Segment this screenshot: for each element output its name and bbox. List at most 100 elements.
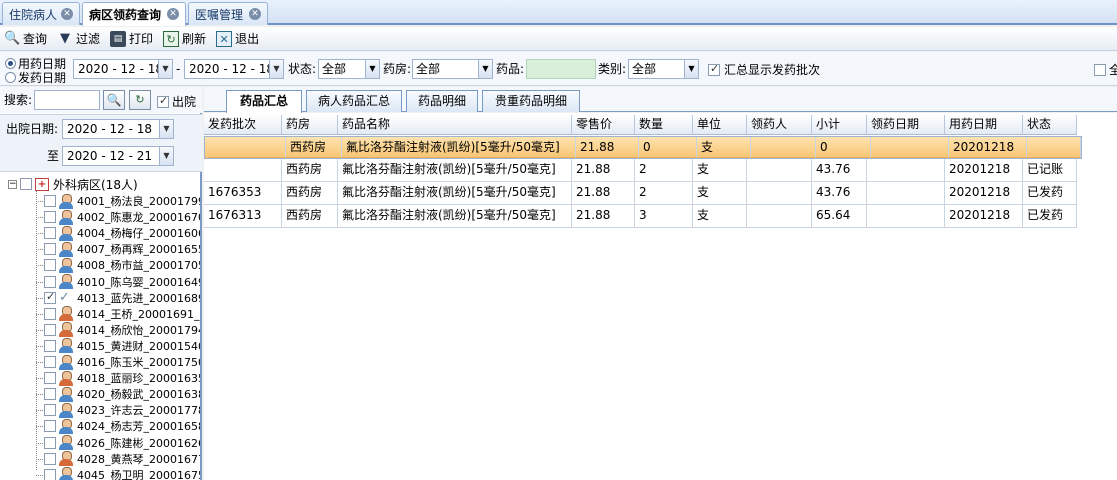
checkbox-icon[interactable] <box>20 178 32 190</box>
patient-tree-item[interactable]: 4020_杨毅武_20001638 <box>36 386 200 402</box>
checkbox-icon[interactable] <box>44 356 56 368</box>
tab-inpatients[interactable]: 住院病人 ✕ <box>2 2 80 25</box>
column-header[interactable]: 小计 <box>812 115 867 135</box>
column-header[interactable]: 领药日期 <box>867 115 945 135</box>
column-header[interactable]: 零售价 <box>572 115 635 135</box>
tab-valuable-drug-detail[interactable]: 贵重药品明细 <box>482 90 580 112</box>
table-row[interactable]: 西药房 氟比洛芬酯注射液(凯纷)[5毫升/50毫克] 21.88 2 支 43.76 202… <box>204 159 1077 182</box>
exit-button[interactable]: ✕ 退出 <box>212 29 263 49</box>
patient-tree-item[interactable]: 4014_王桥_20001691_20 <box>36 306 200 322</box>
checkbox-icon[interactable] <box>44 259 56 272</box>
patient-tree-item[interactable]: 4008_杨市益_20001705 <box>36 257 200 273</box>
filter-button[interactable]: ▼ 过滤 <box>53 29 104 49</box>
print-button[interactable]: ▤ 打印 <box>106 29 157 49</box>
column-header[interactable]: 领药人 <box>747 115 812 135</box>
patient-icon <box>59 354 73 370</box>
close-icon[interactable]: ✕ <box>249 8 261 20</box>
far-right-checkbox[interactable]: 全 <box>1094 61 1117 78</box>
checkbox-icon[interactable] <box>44 290 56 304</box>
patient-tree-item[interactable]: 4015_黄进财_20001540 <box>36 338 200 354</box>
tree-connector <box>36 458 43 460</box>
checkbox-icon[interactable] <box>44 307 56 320</box>
query-button[interactable]: 🔍 查询 <box>0 29 51 49</box>
chevron-down-icon[interactable]: ▼ <box>159 147 173 165</box>
radio-dispense-date[interactable]: 发药日期 <box>5 69 66 86</box>
chevron-down-icon[interactable]: ▼ <box>159 120 173 138</box>
radio-icon <box>5 72 16 83</box>
column-header[interactable]: 药房 <box>282 115 338 135</box>
patient-tree-item[interactable]: 4010_陈乌婴_20001649 <box>36 274 200 290</box>
pharmacy-select[interactable]: 全部 ▼ <box>412 59 493 79</box>
column-header[interactable]: 发药批次 <box>204 115 282 135</box>
checkbox-icon[interactable] <box>44 404 56 417</box>
table-row[interactable]: 1676313 西药房 氟比洛芬酯注射液(凯纷)[5毫升/50毫克] 21.88 3 支 6… <box>204 205 1077 228</box>
summary-batch-checkbox[interactable]: 汇总显示发药批次 <box>708 61 820 78</box>
discharge-date-to[interactable]: 2020 - 12 - 21 ▼ <box>62 146 174 166</box>
refresh-button[interactable]: ↻ 刷新 <box>159 29 210 49</box>
patient-tree-item[interactable]: 4045_杨卫明_20001675 <box>36 467 200 480</box>
date-to-picker[interactable]: 2020 - 12 - 18 ▼ <box>184 59 284 79</box>
close-icon[interactable]: ✕ <box>61 8 73 20</box>
checkbox-icon[interactable] <box>44 468 56 480</box>
status-select[interactable]: 全部 ▼ <box>318 59 380 79</box>
search-input[interactable] <box>34 90 100 110</box>
chevron-down-icon[interactable]: ▼ <box>684 60 698 78</box>
tab-drug-detail[interactable]: 药品明细 <box>406 90 478 112</box>
checkbox-icon[interactable] <box>44 211 56 224</box>
checkbox-icon[interactable] <box>44 436 56 449</box>
refresh-button[interactable]: ↻ <box>129 90 151 110</box>
patient-tree-item[interactable]: 4002_陈惠龙_20001670 <box>36 209 200 225</box>
checkbox-icon[interactable] <box>44 227 56 240</box>
tab-drug-summary[interactable]: 药品汇总 <box>226 90 302 113</box>
tab-order-management[interactable]: 医嘱管理 ✕ <box>188 2 268 25</box>
table-row[interactable]: 1676353 西药房 氟比洛芬酯注射液(凯纷)[5毫升/50毫克] 21.88 2 支 4… <box>204 182 1077 205</box>
patient-tree-item[interactable]: 4016_陈玉米_20001750 <box>36 354 200 370</box>
tree-connector <box>36 442 43 444</box>
patient-tree-item[interactable]: 4018_蓝丽珍_20001635 <box>36 370 200 386</box>
checkbox-icon[interactable] <box>44 243 56 256</box>
patient-tree-item[interactable]: 4001_杨法良_20001799 <box>36 193 200 209</box>
checkbox-icon[interactable] <box>44 372 56 385</box>
chevron-down-icon[interactable]: ▼ <box>365 60 379 78</box>
date-separator: - <box>176 62 181 76</box>
column-header[interactable]: 状态 <box>1023 115 1077 135</box>
patient-tree-item[interactable]: 4007_杨再辉_20001655 <box>36 241 200 257</box>
checkbox-icon[interactable] <box>44 195 56 207</box>
patient-tree-item[interactable]: 4024_杨志芳_20001658 <box>36 418 200 434</box>
chevron-down-icon[interactable]: ▼ <box>158 60 172 78</box>
patient-tree-item[interactable]: 4026_陈建彬_20001626 <box>36 435 200 451</box>
table-cell <box>871 137 949 158</box>
search-button[interactable]: 🔍 <box>103 90 125 110</box>
date-from-picker[interactable]: 2020 - 12 - 18 ▼ <box>73 59 173 79</box>
column-header[interactable]: 用药日期 <box>945 115 1023 135</box>
chevron-down-icon[interactable]: ▼ <box>269 60 283 78</box>
chevron-down-icon[interactable]: ▼ <box>478 60 492 78</box>
checkbox-icon[interactable] <box>44 275 56 288</box>
patient-label: 4018_蓝丽珍_20001635 <box>77 372 200 386</box>
category-select[interactable]: 全部 ▼ <box>628 59 699 79</box>
patient-tree-item[interactable]: 4014_杨欣怡_20001794 <box>36 322 200 338</box>
drug-input[interactable] <box>526 59 596 79</box>
column-header[interactable]: 数量 <box>635 115 693 135</box>
patient-tree-item[interactable]: 4028_黄燕琴_20001677 <box>36 451 200 467</box>
tree-root-ward[interactable]: − + 外科病区(18人) <box>8 176 138 192</box>
checkbox-icon[interactable] <box>44 339 56 352</box>
checkbox-icon[interactable] <box>44 420 56 433</box>
patient-icon <box>59 241 73 257</box>
column-header[interactable]: 单位 <box>693 115 747 135</box>
table-row[interactable]: 西药房 氟比洛芬酯注射液(凯纷)[5毫升/50毫克] 21.88 0 支 0 2020121… <box>204 136 1082 159</box>
patient-tree-item[interactable]: 4023_许志云_20001778 <box>36 402 200 418</box>
checkbox-icon[interactable] <box>44 452 56 465</box>
checkbox-icon[interactable] <box>44 388 56 401</box>
tab-patient-drug-summary[interactable]: 病人药品汇总 <box>306 90 402 112</box>
checkbox-icon[interactable] <box>44 323 56 336</box>
discharge-date-from[interactable]: 2020 - 12 - 18 ▼ <box>62 119 174 139</box>
patient-tree-item[interactable]: 4004_杨梅仔_20001606 <box>36 225 200 241</box>
close-icon[interactable]: ✕ <box>167 8 179 20</box>
discharged-checkbox[interactable]: 出院 <box>157 93 196 110</box>
collapse-icon[interactable]: − <box>8 179 17 189</box>
table-cell <box>867 205 945 228</box>
column-header[interactable]: 药品名称 <box>338 115 572 135</box>
tab-ward-drug-query[interactable]: 病区领药查询 ✕ <box>82 2 186 26</box>
patient-tree-item[interactable]: ✓ 4013_蓝先进_20001689 <box>36 290 200 306</box>
